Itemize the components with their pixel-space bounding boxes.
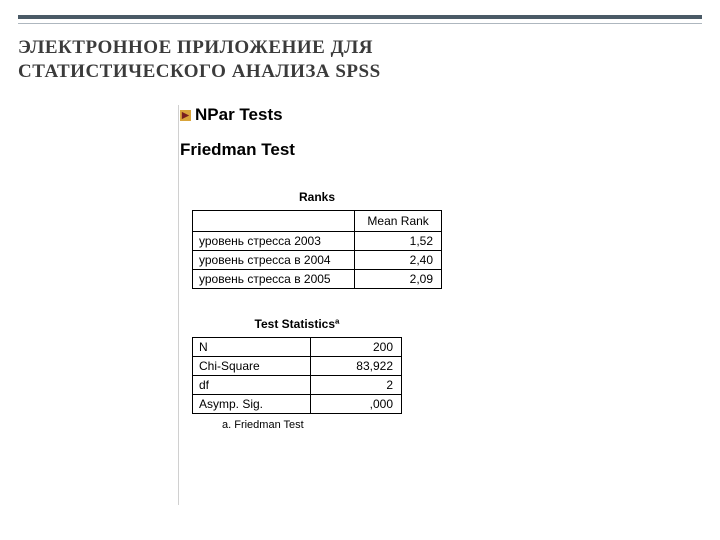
stats-caption: Test Statisticsª xyxy=(192,317,402,331)
ranks-row-label: уровень стресса в 2004 xyxy=(193,251,355,270)
stats-row-value: ,000 xyxy=(311,395,402,414)
output-left-border xyxy=(178,105,179,505)
ranks-row-value: 1,52 xyxy=(355,232,442,251)
stats-table: N 200 Chi-Square 83,922 df 2 Asymp. Sig.… xyxy=(192,337,402,414)
section-arrow-icon xyxy=(180,110,191,121)
stats-row-label: Asymp. Sig. xyxy=(193,395,311,414)
stats-row-label: N xyxy=(193,338,311,357)
slide: ЭЛЕКТРОННОЕ ПРИЛОЖЕНИЕ ДЛЯ СТАТИСТИЧЕСКО… xyxy=(0,0,720,540)
header-rule xyxy=(18,15,702,24)
ranks-row-label: уровень стресса 2003 xyxy=(193,232,355,251)
ranks-row-label: уровень стресса в 2005 xyxy=(193,270,355,289)
table-row: Chi-Square 83,922 xyxy=(193,357,402,376)
header-rule-thick xyxy=(18,15,702,19)
table-row: N 200 xyxy=(193,338,402,357)
spss-output: NPar Tests Friedman Test Ranks Mean Rank… xyxy=(180,105,520,459)
stats-row-value: 200 xyxy=(311,338,402,357)
ranks-row-value: 2,40 xyxy=(355,251,442,270)
friedman-test-heading: Friedman Test xyxy=(180,140,520,160)
ranks-table-block: Ranks Mean Rank уровень стресса 2003 1,5… xyxy=(192,190,442,289)
table-row: уровень стресса 2003 1,52 xyxy=(193,232,442,251)
stats-row-label: df xyxy=(193,376,311,395)
ranks-col-header: Mean Rank xyxy=(355,211,442,232)
table-row: уровень стресса в 2004 2,40 xyxy=(193,251,442,270)
stats-row-value: 2 xyxy=(311,376,402,395)
stats-table-block: Test Statisticsª N 200 Chi-Square 83,922… xyxy=(192,317,402,431)
section-heading-row: NPar Tests xyxy=(180,105,520,125)
ranks-blank-header xyxy=(193,211,355,232)
table-row: df 2 xyxy=(193,376,402,395)
table-header-row: Mean Rank xyxy=(193,211,442,232)
stats-row-value: 83,922 xyxy=(311,357,402,376)
slide-title: ЭЛЕКТРОННОЕ ПРИЛОЖЕНИЕ ДЛЯ СТАТИСТИЧЕСКО… xyxy=(18,36,381,84)
slide-title-line2: СТАТИСТИЧЕСКОГО АНАЛИЗА SPSS xyxy=(18,60,381,84)
table-row: уровень стресса в 2005 2,09 xyxy=(193,270,442,289)
ranks-row-value: 2,09 xyxy=(355,270,442,289)
table-row: Asymp. Sig. ,000 xyxy=(193,395,402,414)
stats-row-label: Chi-Square xyxy=(193,357,311,376)
stats-footnote: a. Friedman Test xyxy=(222,419,402,431)
slide-title-line1: ЭЛЕКТРОННОЕ ПРИЛОЖЕНИЕ ДЛЯ xyxy=(18,36,381,60)
ranks-table: Mean Rank уровень стресса 2003 1,52 уров… xyxy=(192,210,442,289)
header-rule-thin xyxy=(18,23,702,24)
ranks-caption: Ranks xyxy=(192,190,442,204)
npar-tests-heading: NPar Tests xyxy=(195,105,283,125)
